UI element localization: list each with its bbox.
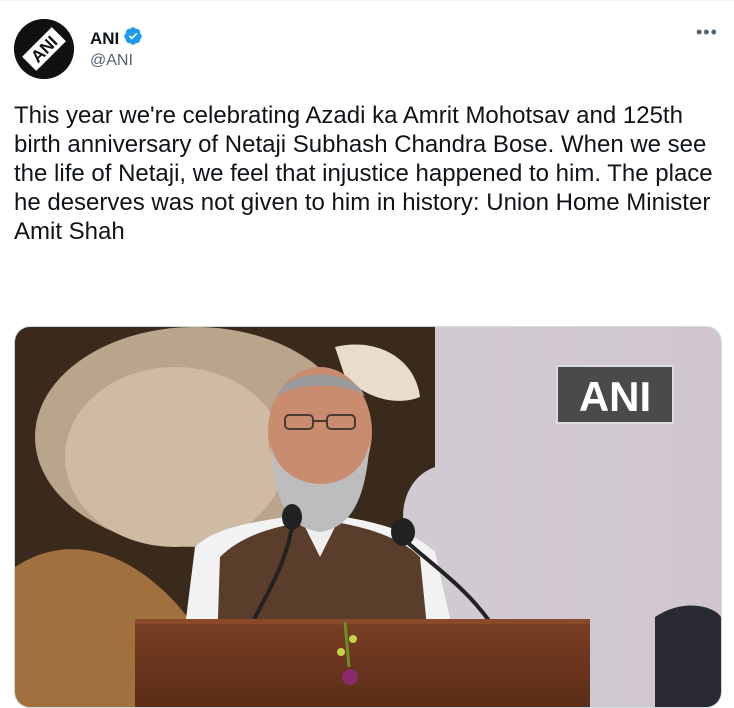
- author-handle[interactable]: @ANI: [90, 52, 133, 70]
- watermark-text: ANI: [579, 373, 651, 420]
- author-row: ANI: [90, 26, 143, 51]
- ani-watermark: ANI: [556, 365, 674, 424]
- top-divider: [0, 0, 734, 1]
- tweet-media-image[interactable]: ANI: [14, 326, 722, 708]
- ellipsis-icon[interactable]: •••: [696, 22, 718, 43]
- avatar[interactable]: ANI: [14, 19, 74, 79]
- verified-badge-icon: [123, 26, 143, 51]
- author-name[interactable]: ANI: [90, 29, 119, 49]
- tweet-text: This year we're celebrating Azadi ka Amr…: [14, 102, 720, 245]
- ani-logo: ANI: [14, 19, 74, 79]
